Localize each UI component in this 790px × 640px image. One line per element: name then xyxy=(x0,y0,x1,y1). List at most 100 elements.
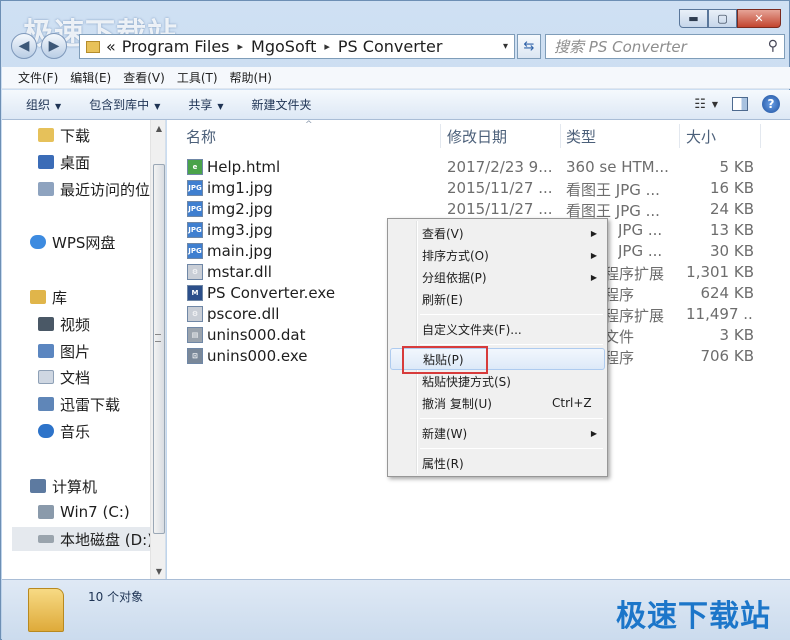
breadcrumb-separator-icon[interactable]: ▸ xyxy=(324,40,330,53)
context-menu-item-undo-copy[interactable]: 撤消 复制(U) Ctrl+Z xyxy=(390,392,605,414)
new-folder-label: 新建文件夹 xyxy=(251,98,312,112)
organize-button[interactable]: 组织 ▼ xyxy=(26,96,61,113)
nav-label: 音乐 xyxy=(60,422,91,441)
file-name-cell[interactable]: JPG img2.jpg xyxy=(187,200,273,218)
context-menu-item-sort-by[interactable]: 排序方式(O) ▶ xyxy=(390,244,605,266)
menu-file[interactable]: 文件(F) xyxy=(18,69,58,86)
menu-item-label: 撤消 复制(U) xyxy=(422,396,492,411)
submenu-arrow-icon: ▶ xyxy=(590,250,597,260)
file-name: pscore.dll xyxy=(207,305,280,323)
close-button[interactable]: ✕ xyxy=(737,9,781,28)
nav-item-videos[interactable]: 视频 xyxy=(38,312,165,336)
search-icon[interactable]: ⚲ xyxy=(768,38,778,54)
menu-edit[interactable]: 编辑(E) xyxy=(70,69,111,86)
file-name-cell[interactable]: JPG main.jpg xyxy=(187,242,272,260)
dll-file-icon: ⚙ xyxy=(187,306,203,322)
column-divider[interactable] xyxy=(679,124,680,148)
dll-file-icon: ⚙ xyxy=(187,264,203,280)
context-menu-item-refresh[interactable]: 刷新(E) xyxy=(390,288,605,310)
nav-item-drive-c[interactable]: Win7 (C:) xyxy=(38,500,165,524)
menu-separator xyxy=(420,448,603,449)
scroll-up-icon[interactable]: ▲ xyxy=(151,120,165,136)
column-header-type[interactable]: 类型 xyxy=(566,126,596,148)
nav-item-recent-places[interactable]: 最近访问的位置 xyxy=(38,177,165,201)
column-divider[interactable] xyxy=(440,124,441,148)
file-name-cell[interactable]: JPG img3.jpg xyxy=(187,221,273,239)
menu-help[interactable]: 帮助(H) xyxy=(230,69,272,86)
nav-scrollbar[interactable]: ▲ ▼ xyxy=(150,120,165,579)
column-header-date[interactable]: 修改日期 xyxy=(447,126,507,148)
nav-item-downloads[interactable]: 下载 xyxy=(38,123,165,147)
menu-item-label: 查看(V) xyxy=(422,226,464,241)
preview-pane-icon[interactable] xyxy=(732,97,748,111)
maximize-button[interactable]: ▢ xyxy=(708,9,737,28)
file-name-cell[interactable]: e Help.html xyxy=(187,158,280,176)
file-name-cell[interactable]: ▤ unins000.dat xyxy=(187,326,306,344)
nav-item-pictures[interactable]: 图片 xyxy=(38,339,165,363)
file-name-cell[interactable]: JPG img1.jpg xyxy=(187,179,273,197)
back-button[interactable]: ◀ xyxy=(11,33,37,59)
file-row[interactable]: JPG img1.jpg 2015/11/27 ... 看图王 JPG ... 16 K… xyxy=(167,179,790,200)
caret-down-icon: ▼ xyxy=(217,102,224,111)
nav-item-desktop[interactable]: 桌面 xyxy=(38,150,165,174)
file-name-cell[interactable]: ⚙ mstar.dll xyxy=(187,263,272,281)
address-prefix[interactable]: « xyxy=(106,37,116,56)
file-name-cell[interactable]: ⊡ unins000.exe xyxy=(187,347,308,365)
column-divider[interactable] xyxy=(560,124,561,148)
include-in-library-button[interactable]: 包含到库中 ▼ xyxy=(89,96,160,113)
app-exe-icon: M xyxy=(187,285,203,301)
file-name-cell[interactable]: M PS Converter.exe xyxy=(187,284,335,302)
menu-separator xyxy=(420,314,603,315)
nav-label: 计算机 xyxy=(52,477,98,496)
context-menu-item-group-by[interactable]: 分组依据(P) ▶ xyxy=(390,266,605,288)
new-folder-button[interactable]: 新建文件夹 xyxy=(252,96,312,113)
file-date: 2015/11/27 ... xyxy=(447,179,553,197)
nav-item-wps-cloud[interactable]: WPS网盘 xyxy=(30,230,165,254)
nav-item-computer[interactable]: 计算机 xyxy=(30,474,165,498)
column-header-name[interactable]: 名称 xyxy=(186,126,216,148)
file-size: 16 KB xyxy=(710,179,754,197)
submenu-arrow-icon: ▶ xyxy=(590,428,597,438)
nav-label: 视频 xyxy=(60,315,91,334)
nav-item-thunder-downloads[interactable]: 迅雷下载 xyxy=(38,392,165,416)
column-divider[interactable] xyxy=(760,124,761,148)
context-menu-item-view[interactable]: 查看(V) ▶ xyxy=(390,222,605,244)
view-caret-icon[interactable]: ▼ xyxy=(712,100,718,109)
file-type: 看图王 JPG ... xyxy=(566,181,660,199)
menu-item-label: 属性(R) xyxy=(422,456,464,471)
refresh-button[interactable]: ⇆ xyxy=(517,34,541,59)
column-header-size[interactable]: 大小 xyxy=(686,126,716,148)
file-name-cell[interactable]: ⚙ pscore.dll xyxy=(187,305,279,323)
nav-label: 本地磁盘 (D:) xyxy=(60,530,154,549)
address-dropdown-icon[interactable]: ▾ xyxy=(503,41,508,52)
breadcrumb-program-files[interactable]: Program Files xyxy=(122,37,230,56)
nav-item-drive-d[interactable]: 本地磁盘 (D:) xyxy=(12,527,160,551)
scroll-thumb[interactable] xyxy=(153,164,165,534)
context-menu-item-properties[interactable]: 属性(R) xyxy=(390,452,605,474)
nav-item-music[interactable]: 音乐 xyxy=(38,419,165,443)
navigation-bar: ◀ ▶ « Program Files ▸ MgoSoft ▸ PS Conve… xyxy=(9,33,785,61)
context-menu-item-customize-folder[interactable]: 自定义文件夹(F)... xyxy=(390,318,605,340)
breadcrumb-separator-icon[interactable]: ▸ xyxy=(238,40,244,53)
minimize-button[interactable]: ▬ xyxy=(679,9,708,28)
nav-item-documents[interactable]: 文档 xyxy=(38,365,165,389)
nav-label: WPS网盘 xyxy=(52,233,116,252)
nav-item-libraries[interactable]: 库 xyxy=(30,285,165,309)
address-bar[interactable]: « Program Files ▸ MgoSoft ▸ PS Converter… xyxy=(79,34,515,59)
file-type: 360 se HTM... xyxy=(566,158,669,176)
file-name: unins000.dat xyxy=(207,326,306,344)
html-file-icon: e xyxy=(187,159,203,175)
file-row[interactable]: e Help.html 2017/2/23 9... 360 se HTM... 5 K… xyxy=(167,158,790,179)
forward-button[interactable]: ▶ xyxy=(41,33,67,59)
menu-view[interactable]: 查看(V) xyxy=(123,69,165,86)
menu-tools[interactable]: 工具(T) xyxy=(177,69,218,86)
breadcrumb-ps-converter[interactable]: PS Converter xyxy=(338,37,443,56)
search-input[interactable]: 搜索 PS Converter ⚲ xyxy=(545,34,785,59)
breadcrumb-mgosoft[interactable]: MgoSoft xyxy=(251,37,316,56)
view-options-icon[interactable]: ☷ xyxy=(694,97,706,112)
context-menu-item-new[interactable]: 新建(W) ▶ xyxy=(390,422,605,444)
scroll-grip xyxy=(155,334,161,342)
share-button[interactable]: 共享 ▼ xyxy=(188,96,223,113)
scroll-down-icon[interactable]: ▼ xyxy=(151,563,165,579)
help-icon[interactable]: ? xyxy=(762,95,780,113)
